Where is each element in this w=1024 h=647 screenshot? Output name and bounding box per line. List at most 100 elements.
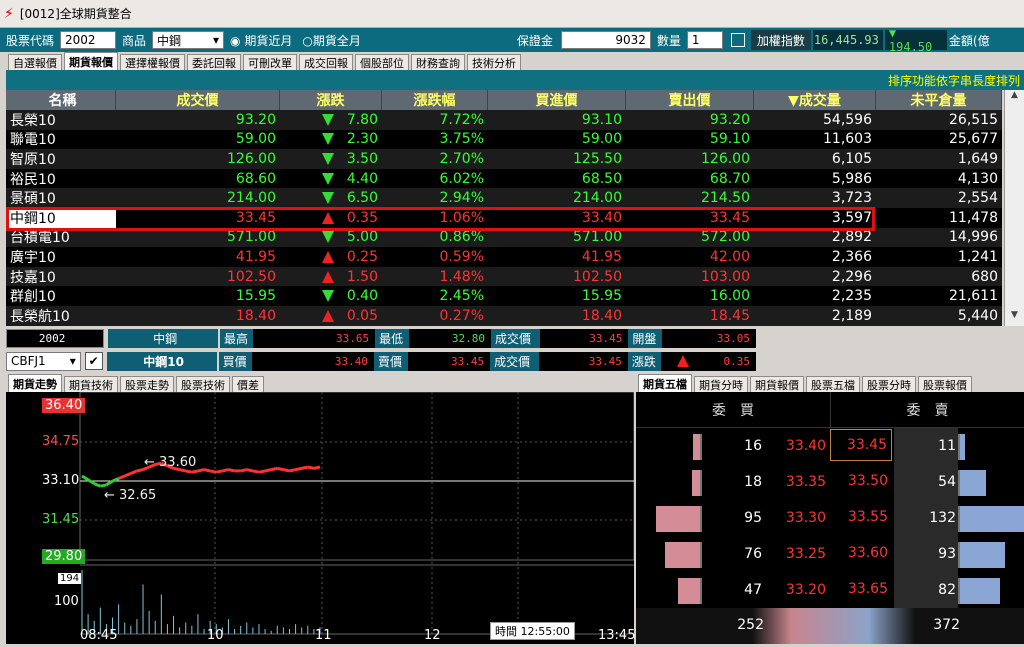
ask-qty: 132 — [929, 510, 956, 526]
ask-depth-bar — [960, 578, 1000, 604]
cell-vol: 6,105 — [754, 149, 876, 169]
chevron-down-icon: ▾ — [69, 354, 76, 368]
col-bid[interactable]: 買進價 — [488, 90, 626, 110]
table-row[interactable]: 景碩10 214.00 6.50 2.94% 214.00 214.50 3,723 2,55… — [6, 188, 1002, 208]
chart-tab-3[interactable]: 股票技術 — [176, 376, 230, 392]
price-segment — [222, 468, 229, 473]
cell-text-vol: 2,892 — [831, 229, 872, 246]
tab-5[interactable]: 成交回報 — [299, 54, 353, 70]
orderbook-tab-0[interactable]: 期貨五檔 — [638, 374, 692, 392]
col-name[interactable]: 名稱 — [6, 90, 116, 110]
chart-tab-4[interactable]: 價差 — [232, 376, 264, 392]
ask-value: 33.45 — [407, 351, 491, 371]
table-row[interactable]: 智原10 126.00 3.50 2.70% 125.50 126.00 6,105 1,64… — [6, 149, 1002, 169]
cell-price: 18.40 — [116, 306, 280, 326]
col-open-interest[interactable]: 未平倉量 — [876, 90, 1002, 110]
cell-text-pct: 0.27% — [439, 307, 484, 324]
chart-tab-2[interactable]: 股票走勢 — [120, 376, 174, 392]
cell-text-chg: 4.40 — [346, 170, 378, 187]
col-volume[interactable]: ▼成交量 — [754, 90, 876, 110]
cell-text-price: 41.95 — [235, 248, 276, 265]
sort-hint: 排序功能依字串長度排列 — [887, 73, 1020, 88]
bid-depth-axis — [700, 542, 702, 568]
price-segment — [209, 469, 217, 474]
orderbook-tab-1[interactable]: 期貨分時 — [694, 376, 748, 392]
stock-code-input[interactable]: 2002 — [60, 31, 117, 49]
cell-text-name: 群創10 — [10, 289, 56, 306]
chart-tab-1[interactable]: 期貨技術 — [64, 376, 118, 392]
price-segment — [258, 469, 266, 474]
table-scrollbar[interactable]: ▲ ▼ — [1004, 90, 1024, 326]
bid-depth-axis — [700, 578, 702, 604]
table-row[interactable]: 群創10 15.95 0.40 2.45% 15.95 16.00 2,235 21,611 — [6, 286, 1002, 306]
qty-input[interactable]: 1 — [686, 31, 723, 49]
radio-near-month[interactable]: ◉ 期貨近月 — [230, 32, 292, 49]
orderbook-tab-4[interactable]: 股票分時 — [862, 376, 916, 392]
cell-text-price: 93.20 — [235, 111, 276, 128]
col-ask[interactable]: 賣出價 — [626, 90, 754, 110]
cell-text-bid: 59.00 — [581, 131, 622, 148]
tab-4[interactable]: 可刪改單 — [243, 54, 297, 70]
cell-oi: 2,554 — [876, 188, 1002, 208]
orderbook-tab-5[interactable]: 股票報價 — [918, 376, 972, 392]
cell-text-oi: 5,440 — [957, 307, 998, 324]
link-checkbox[interactable]: ✔ — [84, 352, 103, 370]
cell-price: 68.60 — [116, 169, 280, 189]
margin-input[interactable]: 9032 — [560, 31, 651, 49]
col-change[interactable]: 漲跌 — [280, 90, 382, 110]
cell-text-price: 59.00 — [235, 131, 276, 148]
cell-text-price: 571.00 — [227, 229, 276, 246]
cell-text-name: 裕民10 — [10, 171, 56, 188]
contract-name: 中鋼10 — [106, 351, 217, 371]
radio-all-months[interactable]: ○期貨全月 — [302, 32, 361, 49]
ask-label: 賣價 — [374, 351, 408, 371]
table-row[interactable]: 裕民10 68.60 4.40 6.02% 68.50 68.70 5,986 4,130 — [6, 169, 1002, 189]
chart-tab-0[interactable]: 期貨走勢 — [8, 374, 62, 392]
cell-text-pct: 3.75% — [439, 131, 484, 148]
col-change-pct[interactable]: 漲跌幅 — [382, 90, 488, 110]
table-row[interactable]: 長榮10 93.20 7.80 7.72% 93.10 93.20 54,596 26,515 — [6, 110, 1002, 130]
orderbook-tab-2[interactable]: 期貨報價 — [750, 376, 804, 392]
bid-depth-axis — [700, 506, 702, 532]
table-row[interactable]: 技嘉10 102.50 1.50 1.48% 102.50 103.00 2,296 680 — [6, 266, 1002, 287]
tab-3[interactable]: 委託回報 — [187, 54, 241, 70]
down-arrow-icon — [322, 113, 334, 126]
contract-select[interactable]: CBFJ1 ▾ — [6, 351, 81, 371]
cell-text-price: 15.95 — [235, 288, 276, 305]
cell-text-chg: 7.80 — [346, 111, 378, 128]
cell-vol: 5,986 — [754, 169, 876, 189]
cell-ask: 16.00 — [626, 286, 754, 306]
scroll-up-icon[interactable]: ▲ — [1005, 90, 1024, 106]
tab-2[interactable]: 選擇權報價 — [120, 54, 185, 70]
intraday-chart[interactable]: 36.40 34.75 33.10 31.45 29.80 194 100 08… — [6, 391, 635, 644]
tab-8[interactable]: 技術分析 — [467, 54, 521, 70]
cell-text-ask: 126.00 — [701, 150, 750, 167]
cell-text-name: 長榮航10 — [10, 308, 70, 325]
orderbook-tab-3[interactable]: 股票五檔 — [806, 376, 860, 392]
table-row[interactable]: 聯電10 59.00 2.30 3.75% 59.00 59.10 11,603 25,677 — [6, 130, 1002, 150]
cell-price: 93.20 — [116, 110, 280, 130]
price-segment — [185, 469, 193, 474]
qty-checkbox[interactable] — [730, 33, 745, 47]
bid-price: 33.40 — [785, 438, 826, 454]
ask-price: 33.50 — [847, 473, 888, 489]
product-select[interactable]: 中鋼 ▾ — [152, 31, 225, 49]
change-label: 漲跌 — [627, 351, 662, 371]
chart-canvas — [79, 391, 635, 635]
tab-6[interactable]: 個股部位 — [355, 54, 409, 70]
col-price[interactable]: 成交價 — [116, 90, 280, 110]
tab-0[interactable]: 自選報價 — [8, 54, 62, 70]
bid-total: 252 — [737, 617, 764, 633]
scroll-down-icon[interactable]: ▼ — [1005, 310, 1024, 326]
table-row[interactable]: 廣宇10 41.95 0.25 0.59% 41.95 42.00 2,366 1,241 — [6, 247, 1002, 267]
cell-text-oi: 1,241 — [957, 248, 998, 265]
table-row[interactable]: 長榮航10 18.40 0.05 0.27% 18.40 18.45 2,189 5,440 — [6, 305, 1002, 326]
cell-text-oi: 25,677 — [949, 131, 998, 148]
tab-7[interactable]: 財務查詢 — [411, 54, 465, 70]
tab-1[interactable]: 期貨報價 — [64, 52, 118, 70]
cell-text-price: 214.00 — [227, 190, 276, 207]
cell-text-ask: 93.20 — [709, 111, 750, 128]
cell-text-chg: 2.30 — [346, 131, 378, 148]
ask-price: 33.65 — [847, 581, 888, 597]
price-segment — [124, 472, 132, 478]
